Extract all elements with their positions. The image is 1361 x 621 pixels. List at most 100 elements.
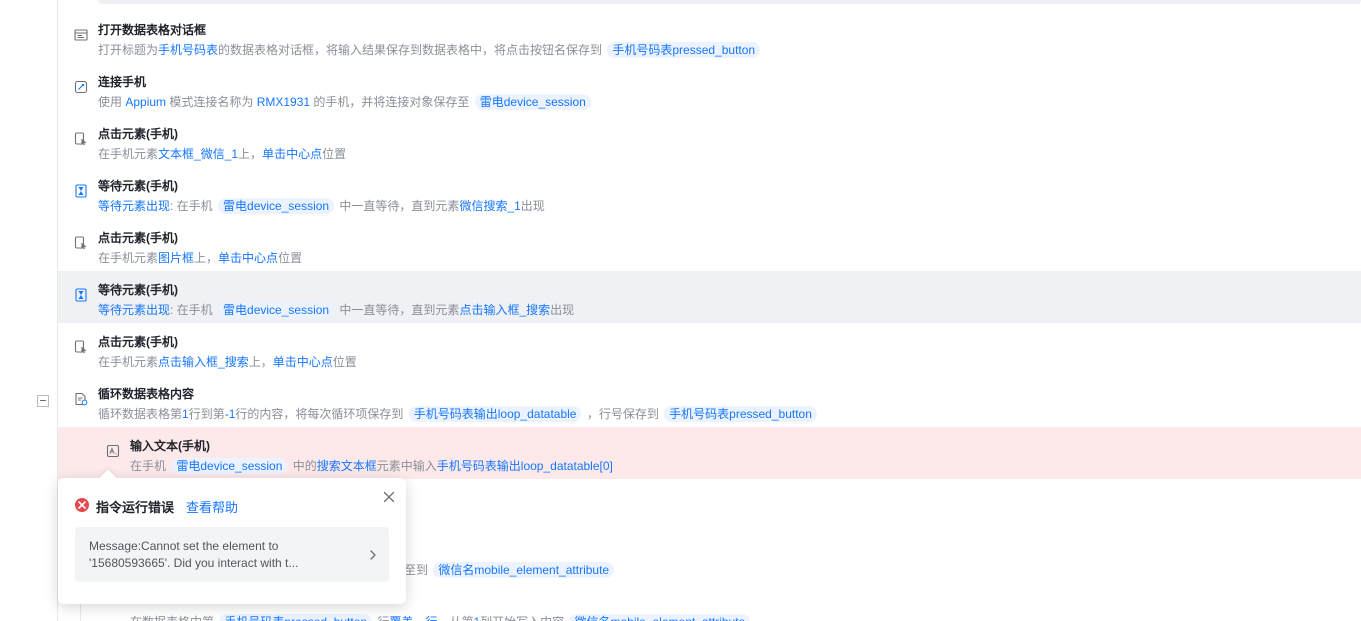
param-link[interactable]: 等待元素出现 bbox=[98, 303, 170, 317]
desc-text: 上， bbox=[194, 251, 219, 265]
param-link[interactable]: Appium bbox=[125, 95, 166, 109]
desc-text: 位置 bbox=[322, 147, 347, 161]
variable-tag[interactable]: 雷电device_session bbox=[474, 94, 591, 110]
desc-text: 在数据表格中第 bbox=[130, 615, 217, 621]
command-row[interactable]: 连接手机 使用 Appium 模式连接名称为 RMX1931 的手机，并将连接对象… bbox=[58, 63, 1361, 115]
desc-text: 在手机元素 bbox=[98, 355, 159, 369]
variable-tag[interactable]: 手机号码表pressed_button bbox=[607, 42, 761, 58]
param-link[interactable]: 单击中心点 bbox=[218, 251, 278, 265]
hourglass-icon bbox=[74, 288, 88, 302]
param-link[interactable]: 手机号码表 bbox=[158, 43, 218, 57]
command-description: 在手机元素文本框_微信_1上，单击中心点位置 bbox=[98, 145, 346, 163]
command-description: 使用 Appium 模式连接名称为 RMX1931 的手机，并将连接对象保存至 … bbox=[98, 93, 593, 111]
command-row[interactable]: 循环数据表格内容 循环数据表格第1行到第-1行的内容，将每次循环项保存到 手机号码… bbox=[58, 375, 1361, 427]
desc-text: 模式连接名称为 bbox=[166, 95, 257, 109]
desc-text: 中的 bbox=[289, 459, 317, 473]
command-title: 打开数据表格对话框 bbox=[98, 23, 207, 37]
desc-text: : 在手机 bbox=[170, 199, 217, 213]
command-description: 打开标题为手机号码表的数据表格对话框，将输入结果保存到数据表格中，将点击按钮名保… bbox=[98, 41, 762, 59]
param-link[interactable]: 1 bbox=[182, 407, 189, 421]
command-title: 等待元素(手机) bbox=[98, 179, 178, 193]
error-message-text: Message:Cannot set the element to '15680… bbox=[89, 539, 299, 570]
desc-text: 行的内容，将每次循环项保存到 bbox=[235, 407, 407, 421]
desc-text: 元素中输入 bbox=[376, 459, 437, 473]
command-description: 在手机元素图片框上，单击中心点位置 bbox=[98, 249, 302, 267]
phone-connect-icon bbox=[74, 80, 88, 94]
desc-text: 至到 bbox=[404, 563, 432, 577]
command-row[interactable]: 输入文本(手机) 在手机 雷电device_session 中的搜索文本框元素中输… bbox=[58, 427, 1361, 479]
desc-text: 位置 bbox=[332, 355, 357, 369]
desc-text: 的数据表格对话框，将输入结果保存到数据表格中，将点击按钮名保存到 bbox=[218, 43, 606, 57]
param-link[interactable]: -1 bbox=[225, 407, 236, 421]
param-link[interactable]: 手机号码表输出loop_datatable[0] bbox=[437, 459, 613, 473]
desc-text: 循环数据表格第 bbox=[98, 407, 183, 421]
param-link[interactable]: 等待元素出现 bbox=[98, 199, 170, 213]
param-link[interactable]: 文本框_微信_1 bbox=[158, 147, 238, 161]
click-element-icon bbox=[74, 132, 88, 146]
desc-text: 出现 bbox=[550, 303, 575, 317]
collapse-loop-toggle[interactable] bbox=[37, 395, 49, 407]
desc-text: 打开标题为 bbox=[98, 43, 159, 57]
variable-tag[interactable]: 雷电device_session bbox=[218, 198, 335, 214]
desc-text: 在手机元素 bbox=[98, 251, 159, 265]
error-icon bbox=[75, 498, 89, 512]
command-title: 点击元素(手机) bbox=[98, 127, 178, 141]
param-link[interactable]: 点击输入框_搜索 bbox=[158, 355, 249, 369]
view-help-link[interactable]: 查看帮助 bbox=[186, 497, 238, 516]
desc-text: 的手机，并将连接对象保存至 bbox=[310, 95, 473, 109]
param-link[interactable]: RMX1931 bbox=[257, 95, 310, 109]
desc-text: 上， bbox=[248, 355, 273, 369]
desc-text: 中一直等待，直到元素 bbox=[336, 303, 460, 317]
command-row[interactable]: 等待元素(手机) 等待元素出现: 在手机 雷电device_session 中一直… bbox=[58, 271, 1361, 323]
command-row[interactable]: 等待元素(手机) 等待元素出现: 在手机 雷电device_session 中一直… bbox=[58, 167, 1361, 219]
command-description: 循环数据表格第1行到第-1行的内容，将每次循环项保存到 手机号码表输出loop_… bbox=[98, 405, 819, 423]
desc-text: 位置 bbox=[278, 251, 303, 265]
hourglass-icon bbox=[74, 184, 88, 198]
command-description: 在手机元素点击输入框_搜索上，单击中心点位置 bbox=[98, 353, 357, 371]
desc-text: ，行号保存到 bbox=[583, 407, 663, 421]
click-element-icon bbox=[74, 340, 88, 354]
desc-text: 在手机 bbox=[130, 459, 170, 473]
desc-text: : 在手机 bbox=[170, 303, 217, 317]
command-title: 点击元素(手机) bbox=[98, 335, 178, 349]
command-title: 输入文本(手机) bbox=[130, 439, 210, 453]
param-link[interactable]: 单击中心点 bbox=[273, 355, 333, 369]
variable-tag[interactable]: 手机号码表pressed_button bbox=[664, 406, 817, 422]
error-popup-title: 指令运行错误 bbox=[96, 500, 175, 515]
param-link[interactable]: 微信搜索_1 bbox=[459, 199, 520, 213]
command-row[interactable]: 点击元素(手机) 在手机元素图片框上，单击中心点位置 bbox=[58, 219, 1361, 271]
error-message-box[interactable]: Message:Cannot set the element to '15680… bbox=[75, 527, 389, 582]
chevron-right-icon bbox=[369, 548, 377, 560]
command-row[interactable]: 打开数据表格对话框 打开标题为手机号码表的数据表格对话框，将输入结果保存到数据表格… bbox=[58, 11, 1361, 63]
close-icon[interactable] bbox=[382, 490, 396, 504]
variable-tag[interactable]: 雷电device_session bbox=[218, 302, 335, 318]
desc-text: 使用 bbox=[98, 95, 126, 109]
variable-tag[interactable]: 微信名mobile_element_attribute bbox=[433, 562, 615, 578]
command-description: 等待元素出现: 在手机 雷电device_session 中一直等待，直到元素点… bbox=[98, 301, 574, 319]
command-description: 在手机 雷电device_session 中的搜索文本框元素中输入手机号码表输出… bbox=[130, 457, 613, 475]
click-element-icon bbox=[74, 236, 88, 250]
desc-text: 列开始写入内容 bbox=[480, 615, 567, 621]
param-link[interactable]: 搜索文本框 bbox=[317, 459, 377, 473]
command-title: 点击元素(手机) bbox=[98, 231, 178, 245]
param-link[interactable]: 点击输入框_搜索 bbox=[459, 303, 550, 317]
param-link[interactable]: 覆盖一行 bbox=[389, 615, 437, 621]
desc-text: 行 bbox=[374, 615, 389, 621]
command-description: 至到 微信名mobile_element_attribute bbox=[404, 561, 616, 579]
variable-tag[interactable]: 微信名mobile_element_attribute bbox=[569, 614, 751, 621]
loop-table-icon bbox=[74, 392, 88, 406]
command-description: 等待元素出现: 在手机 雷电device_session 中一直等待，直到元素微… bbox=[98, 197, 545, 215]
command-row[interactable]: 点击元素(手机) 在手机元素点击输入框_搜索上，单击中心点位置 bbox=[58, 323, 1361, 375]
param-link[interactable]: 单击中心点 bbox=[262, 147, 322, 161]
command-description: 在数据表格中第 手机号码表pressed_button 行覆盖一行，从第1列开始… bbox=[130, 613, 752, 621]
param-link[interactable]: 图片框 bbox=[158, 251, 194, 265]
command-title: 循环数据表格内容 bbox=[98, 387, 195, 401]
variable-tag[interactable]: 手机号码表pressed_button bbox=[219, 614, 373, 621]
error-popup: 指令运行错误 查看帮助 Message:Cannot set the eleme… bbox=[58, 469, 406, 604]
desc-text: 在手机元素 bbox=[98, 147, 159, 161]
variable-tag[interactable]: 手机号码表输出loop_datatable bbox=[408, 406, 582, 422]
desc-text: 上， bbox=[238, 147, 263, 161]
command-row[interactable]: 点击元素(手机) 在手机元素文本框_微信_1上，单击中心点位置 bbox=[58, 115, 1361, 167]
desc-text: 出现 bbox=[520, 199, 545, 213]
variable-tag[interactable]: 雷电device_session bbox=[171, 458, 288, 474]
